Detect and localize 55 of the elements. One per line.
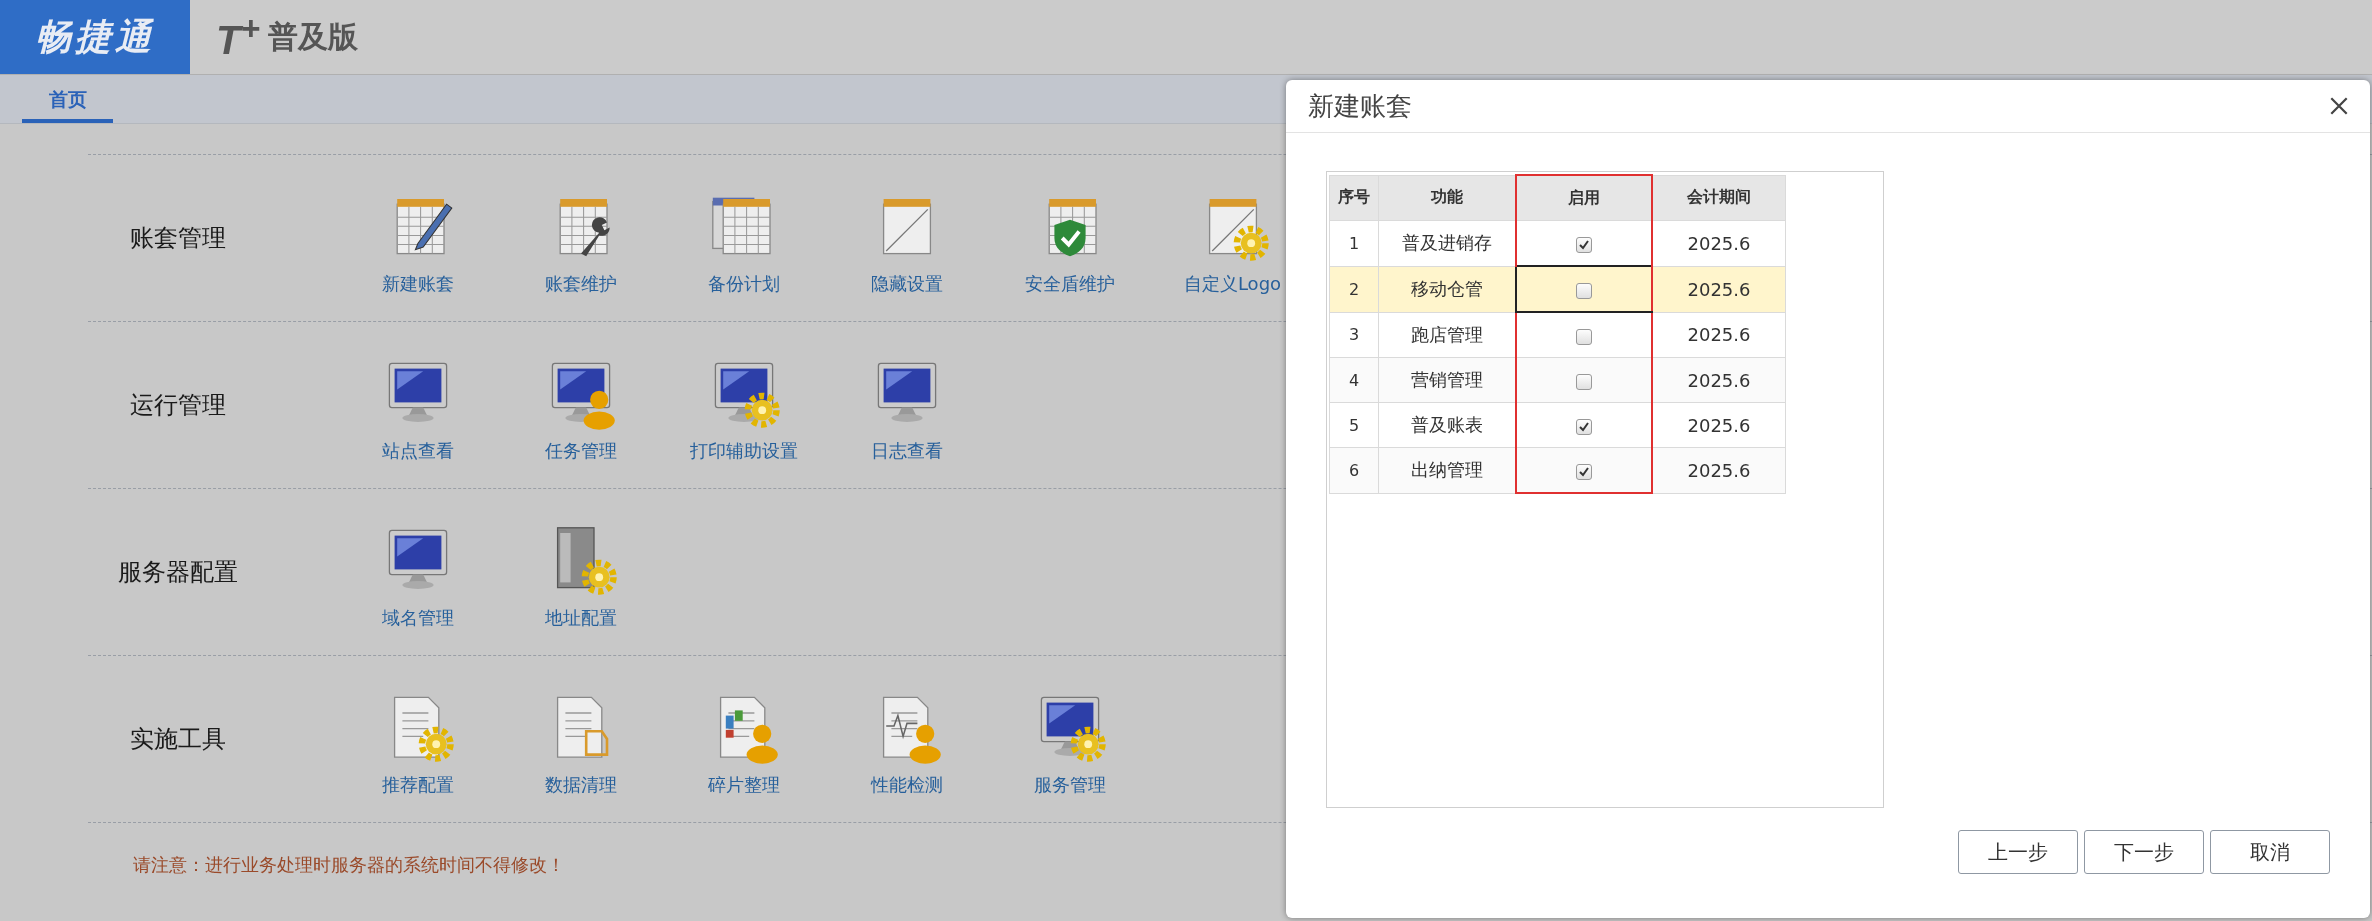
tool-link[interactable]: 碎片整理 [707, 773, 780, 797]
tool-link[interactable]: 推荐配置 [381, 773, 454, 797]
table-cell: 2025.6 [1652, 266, 1786, 312]
tool-link[interactable]: 安全盾维护 [1024, 272, 1115, 296]
table-cell: 2025.6 [1652, 220, 1786, 266]
checkbox[interactable] [1576, 418, 1592, 435]
column-header: 会计期间 [1652, 175, 1786, 221]
tool-link[interactable]: 隐藏设置 [870, 272, 943, 296]
tool-link[interactable]: 服务管理 [1033, 773, 1106, 797]
tool-link[interactable]: 域名管理 [381, 606, 454, 630]
table-cell: 2025.6 [1652, 357, 1786, 403]
tool-link[interactable]: 数据清理 [544, 773, 617, 797]
table-cell: 移动仓管 [1378, 266, 1516, 312]
tool-link[interactable]: 性能检测 [870, 773, 943, 797]
logo: 畅捷通 [0, 0, 190, 74]
tool-link[interactable]: 账套维护 [544, 272, 617, 296]
column-header: 启用 [1516, 175, 1652, 221]
checkbox[interactable] [1576, 328, 1592, 345]
column-header: 序号 [1329, 175, 1379, 221]
tool-link[interactable]: 打印辅助设置 [689, 439, 798, 463]
tool-link[interactable]: 自定义Logo [1183, 272, 1282, 296]
tool-link[interactable]: 备份计划 [707, 272, 780, 296]
tool-link[interactable]: 地址配置 [544, 606, 617, 630]
brand-logo: T$^{+}$ [216, 10, 260, 64]
close-icon[interactable] [2328, 95, 2350, 117]
table-cell: 4 [1329, 357, 1379, 403]
table-cell: 5 [1329, 402, 1379, 448]
table-cell: 3 [1329, 312, 1379, 358]
dialog-button[interactable]: 上一步 [1958, 830, 2078, 874]
checkbox[interactable] [1576, 373, 1592, 390]
tool-link[interactable]: 站点查看 [381, 439, 454, 463]
edition-label: 普及版 [267, 17, 358, 56]
tool-link[interactable]: 日志查看 [870, 439, 943, 463]
dialog-title: 新建账套 [1308, 89, 1412, 123]
section-title: 运行管理 [129, 390, 227, 421]
dialog-button[interactable]: 取消 [2210, 830, 2330, 874]
checkbox[interactable] [1576, 282, 1592, 299]
section-title: 服务器配置 [117, 557, 239, 588]
tool-link[interactable]: 新建账套 [381, 272, 454, 296]
column-header: 功能 [1378, 175, 1516, 221]
dialog-button[interactable]: 下一步 [2084, 830, 2204, 874]
checkbox[interactable] [1576, 463, 1592, 480]
table-cell: 营销管理 [1378, 357, 1516, 403]
section-title: 账套管理 [129, 223, 227, 254]
table-cell: 2025.6 [1652, 312, 1786, 358]
checkbox[interactable] [1576, 236, 1592, 253]
table-cell: 出纳管理 [1378, 447, 1516, 493]
section-title: 实施工具 [129, 724, 227, 755]
table-cell: 2 [1329, 266, 1379, 312]
table-cell: 2025.6 [1652, 447, 1786, 493]
table-cell: 1 [1329, 220, 1379, 266]
table-cell: 2025.6 [1652, 402, 1786, 448]
tab[interactable]: 首页 [22, 87, 113, 123]
table-cell: 6 [1329, 447, 1379, 493]
tool-link[interactable]: 任务管理 [544, 439, 617, 463]
